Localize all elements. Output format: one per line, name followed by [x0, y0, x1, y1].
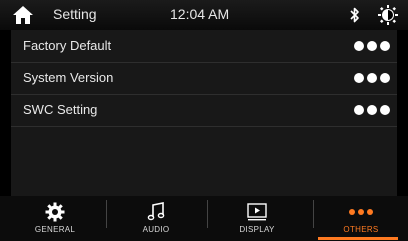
clock: 12:04 AM	[170, 6, 230, 22]
bottom-tab-bar: GENERAL AUDIO DISPLAY OTHERS	[0, 196, 408, 241]
settings-row-factory-default[interactable]: Factory Default	[11, 30, 397, 63]
settings-row-system-version[interactable]: System Version	[11, 62, 397, 95]
music-note-icon	[147, 202, 165, 221]
tab-general[interactable]: GENERAL	[5, 196, 105, 241]
play-screen-icon	[247, 203, 267, 221]
tab-others[interactable]: OTHERS	[311, 196, 408, 241]
more-options-icon[interactable]	[354, 41, 390, 51]
status-bar: Setting 12:04 AM	[0, 0, 408, 30]
active-tab-indicator	[318, 237, 398, 240]
tab-label: DISPLAY	[239, 225, 275, 234]
settings-panel: Factory Default System Version SWC Setti…	[11, 30, 397, 196]
settings-row-label: Factory Default	[23, 38, 112, 53]
tab-label: OTHERS	[343, 225, 379, 234]
settings-row-swc-setting[interactable]: SWC Setting	[11, 94, 397, 127]
brightness-icon[interactable]	[378, 5, 398, 25]
tab-audio[interactable]: AUDIO	[106, 196, 206, 241]
settings-row-label: System Version	[23, 70, 114, 85]
three-dots-icon	[349, 209, 373, 215]
tab-display[interactable]: DISPLAY	[207, 196, 307, 241]
page-title: Setting	[53, 6, 97, 22]
more-options-icon[interactable]	[354, 105, 390, 115]
tab-label: GENERAL	[34, 225, 76, 234]
gear-icon	[45, 202, 65, 222]
more-options-icon[interactable]	[354, 73, 390, 83]
home-icon[interactable]	[12, 5, 34, 25]
tab-label: AUDIO	[142, 225, 170, 234]
settings-row-label: SWC Setting	[23, 102, 98, 117]
bluetooth-icon	[350, 7, 359, 23]
